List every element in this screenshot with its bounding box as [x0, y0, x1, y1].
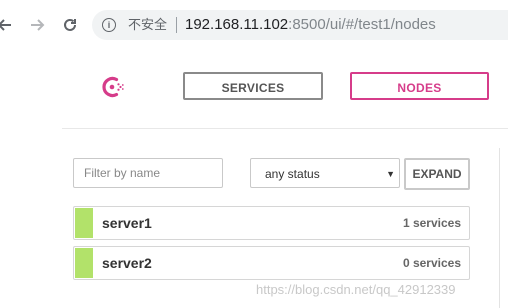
consul-logo-icon[interactable]	[101, 75, 125, 99]
arrow-right-icon	[31, 19, 45, 31]
node-services-count: 0 services	[402, 256, 461, 270]
forward-button[interactable]	[28, 13, 48, 37]
node-services-count: 1 services	[402, 216, 461, 230]
status-select[interactable]: any status ▼	[250, 158, 400, 188]
url-host: 192.168.11.102	[185, 16, 289, 33]
tab-services[interactable]: SERVICES	[183, 72, 323, 100]
status-indicator	[75, 248, 93, 278]
node-row-server2[interactable]: server2 0 services	[73, 246, 470, 280]
chevron-down-icon: ▼	[386, 169, 395, 179]
filter-by-name-input[interactable]	[73, 158, 223, 188]
divider	[176, 17, 177, 33]
arrow-left-icon	[0, 19, 11, 31]
back-button[interactable]	[0, 13, 14, 37]
status-indicator	[75, 208, 93, 238]
reload-icon	[64, 18, 76, 31]
browser-toolbar: i 不安全 192.168.11.102:8500/ui/#/test1/nod…	[0, 0, 508, 52]
url-text[interactable]: 192.168.11.102:8500/ui/#/test1/nodes	[185, 15, 436, 35]
address-bar[interactable]: i 不安全 192.168.11.102:8500/ui/#/test1/nod…	[92, 10, 508, 40]
header-divider	[62, 128, 508, 129]
watermark-text: https://blog.csdn.net/qq_42912339	[256, 282, 456, 297]
node-name: server1	[102, 215, 152, 231]
tab-nodes[interactable]: NODES	[350, 72, 489, 100]
status-select-value: any status	[265, 167, 320, 181]
info-icon[interactable]: i	[102, 18, 116, 32]
url-path: :8500/ui/#/test1/nodes	[288, 16, 436, 33]
node-name: server2	[102, 255, 152, 271]
panel-divider	[499, 148, 500, 308]
node-row-server1[interactable]: server1 1 services	[73, 206, 470, 240]
security-label: 不安全	[128, 17, 168, 32]
reload-button[interactable]	[60, 13, 80, 37]
expand-button[interactable]: EXPAND	[404, 158, 470, 190]
